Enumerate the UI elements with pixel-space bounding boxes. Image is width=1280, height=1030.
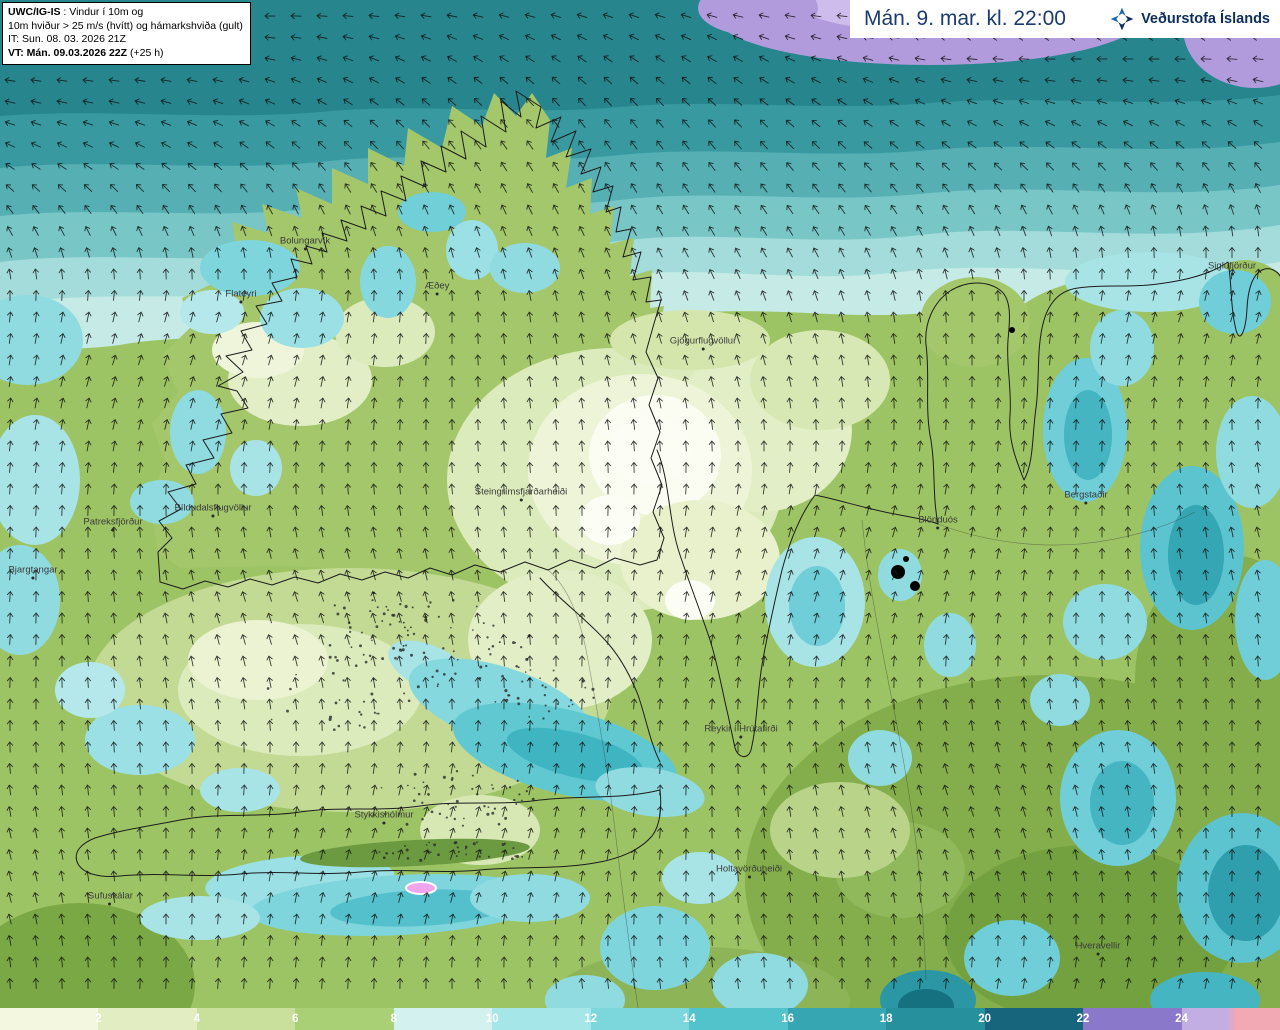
legend-segment xyxy=(98,1008,197,1030)
legend-segment xyxy=(295,1008,394,1030)
legend-segment xyxy=(590,1008,690,1030)
legend-segment xyxy=(984,1008,1084,1030)
legend-segment xyxy=(196,1008,296,1030)
legend-segment xyxy=(1083,1008,1182,1030)
wind-forecast-map-page: Bolungarvík Æðey Flateyri Gjögurflugvöllur S… xyxy=(0,0,1280,1030)
legend-segment xyxy=(787,1008,887,1030)
model-name: UWC/IG-IS xyxy=(8,6,61,18)
valid-time-offset: (+25 h) xyxy=(127,46,164,59)
wind-map-canvas xyxy=(0,0,1280,1008)
info-line-4: VT: Mán. 09.03.2026 22Z (+25 h) xyxy=(8,47,243,61)
brand: Veðurstofa Íslands xyxy=(1109,6,1270,32)
legend-segment xyxy=(393,1008,493,1030)
info-line-1-rest: : Vindur í 10m og xyxy=(60,6,144,18)
brand-name: Veðurstofa Íslands xyxy=(1141,11,1270,27)
legend-segment xyxy=(1181,1008,1280,1030)
gust-marker-pink xyxy=(405,881,437,895)
legend-segment xyxy=(492,1008,591,1030)
valid-time: VT: Mán. 09.03.2026 22Z xyxy=(8,46,128,59)
info-line-1: UWC/IG-IS : Vindur í 10m og xyxy=(8,6,243,20)
legend-segment xyxy=(886,1008,985,1030)
legend-segment xyxy=(689,1008,788,1030)
model-info-box: UWC/IG-IS : Vindur í 10m og 10m hviður >… xyxy=(2,2,251,65)
info-line-2: 10m hviður > 25 m/s (hvítt) og hámarkshv… xyxy=(8,19,243,32)
vedurstofa-logo-icon xyxy=(1110,7,1134,31)
wind-speed-legend xyxy=(0,1008,1280,1030)
info-line-3: IT: Sun. 08. 03. 2026 21Z xyxy=(8,33,126,45)
forecast-datetime: Mán. 9. mar. kl. 22:00 xyxy=(864,7,1066,30)
legend-segment xyxy=(0,1008,99,1030)
title-bar: Mán. 9. mar. kl. 22:00 Veðurstofa Ísland… xyxy=(850,0,1280,38)
